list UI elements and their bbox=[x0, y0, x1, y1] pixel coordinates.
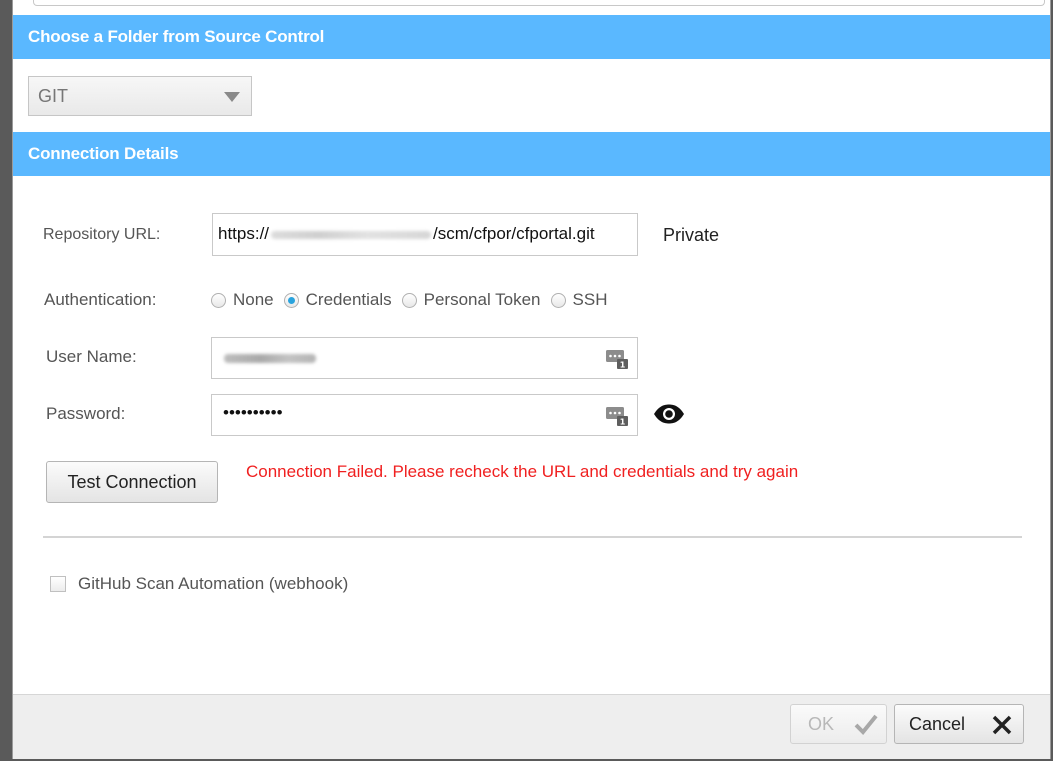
auth-option-ssh-label: SSH bbox=[572, 290, 608, 309]
webhook-checkbox[interactable] bbox=[50, 576, 66, 592]
connection-details-header: Connection Details bbox=[13, 132, 1050, 176]
ok-button[interactable]: OK bbox=[790, 704, 887, 744]
webhook-checkbox-label: GitHub Scan Automation (webhook) bbox=[78, 574, 349, 593]
repository-url-value: https:// /scm/cfpor/cfportal.git bbox=[218, 224, 595, 244]
auth-option-credentials-label: Credentials bbox=[305, 290, 392, 309]
radio-personal-token[interactable] bbox=[401, 292, 417, 308]
repository-url-prefix: https:// bbox=[218, 224, 270, 243]
redacted-user-name bbox=[224, 354, 316, 363]
cancel-button-label: Cancel bbox=[909, 714, 966, 734]
repository-url-suffix: /scm/cfpor/cfportal.git bbox=[433, 224, 595, 243]
source-control-dialog: Choose a Folder from Source Control GIT … bbox=[12, 0, 1051, 759]
auth-option-none-label: None bbox=[233, 290, 274, 309]
svg-text:1: 1 bbox=[620, 361, 626, 370]
user-name-label: User Name: bbox=[46, 347, 137, 366]
auth-option-none[interactable]: None bbox=[211, 290, 274, 310]
section-divider bbox=[43, 536, 1022, 538]
radio-credentials[interactable] bbox=[283, 292, 299, 308]
auth-option-credentials[interactable]: Credentials bbox=[283, 290, 392, 310]
auth-option-personal-token[interactable]: Personal Token bbox=[401, 290, 541, 310]
source-control-header: Choose a Folder from Source Control bbox=[13, 15, 1050, 59]
repository-visibility-label: Private bbox=[663, 225, 720, 245]
dialog-footer: OK Cancel bbox=[13, 694, 1050, 759]
test-connection-button[interactable]: Test Connection bbox=[46, 461, 218, 503]
dropdown-arrow-icon bbox=[224, 92, 240, 102]
authentication-label: Authentication: bbox=[44, 290, 157, 309]
connection-error-message: Connection Failed. Please recheck the UR… bbox=[246, 462, 799, 481]
ok-button-label: OK bbox=[808, 714, 835, 734]
close-x-icon bbox=[992, 715, 1012, 735]
cancel-button[interactable]: Cancel bbox=[894, 704, 1024, 744]
top-strip bbox=[13, 0, 1050, 14]
redacted-host bbox=[271, 230, 432, 239]
top-strip-edge bbox=[33, 0, 1045, 6]
password-label: Password: bbox=[46, 404, 126, 423]
auth-option-ssh[interactable]: SSH bbox=[550, 290, 608, 310]
scm-type-select[interactable]: GIT bbox=[28, 76, 252, 116]
auth-option-personal-token-label: Personal Token bbox=[423, 290, 541, 309]
credential-key-icon[interactable]: 1 bbox=[605, 403, 629, 427]
user-name-input[interactable]: 1 bbox=[211, 337, 638, 379]
repository-url-label: Repository URL: bbox=[43, 226, 161, 243]
checkmark-icon bbox=[854, 714, 878, 735]
radio-ssh[interactable] bbox=[550, 292, 566, 308]
scm-type-value: GIT bbox=[38, 86, 68, 106]
show-password-eye-icon[interactable] bbox=[653, 403, 685, 425]
password-masked-value: •••••••••• bbox=[223, 403, 283, 422]
svg-text:1: 1 bbox=[620, 418, 626, 427]
authentication-radio-group: None Credentials Personal Token SSH bbox=[211, 288, 617, 312]
password-input[interactable]: •••••••••• 1 bbox=[211, 394, 638, 436]
repository-url-input[interactable]: https:// /scm/cfpor/cfportal.git bbox=[212, 213, 638, 256]
radio-none[interactable] bbox=[211, 292, 226, 308]
credential-key-icon[interactable]: 1 bbox=[605, 346, 629, 370]
